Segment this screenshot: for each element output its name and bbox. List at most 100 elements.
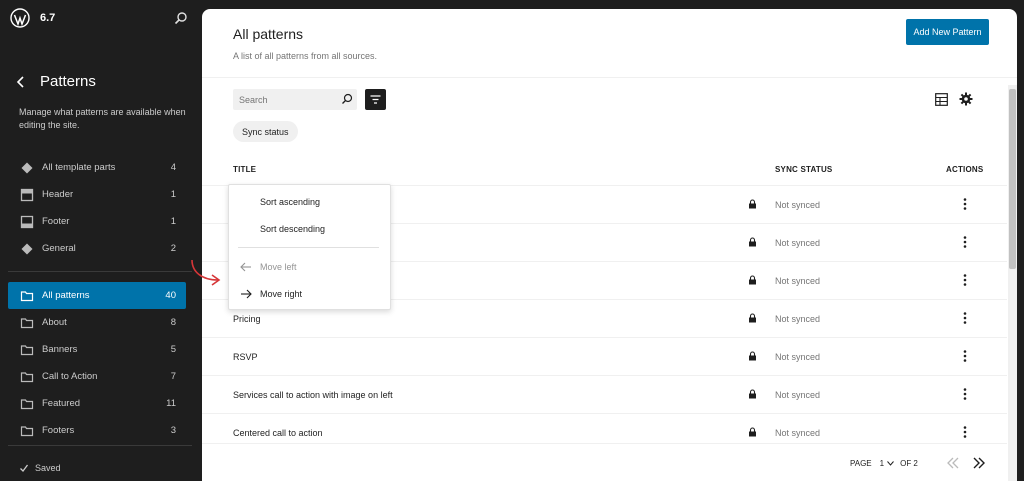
template-parts-nav: All template parts 4 Header 1 Footer 1 G… xyxy=(8,154,186,262)
sidebar-item-all-template-parts[interactable]: All template parts 4 xyxy=(8,154,186,181)
sidebar-item-count: 4 xyxy=(170,162,176,173)
sidebar-item-call-to-action[interactable]: Call to Action 7 xyxy=(8,363,186,390)
more-actions-icon[interactable] xyxy=(957,349,973,363)
annotation-arrow-icon xyxy=(191,259,221,286)
check-icon xyxy=(20,464,29,472)
sidebar-item-count: 3 xyxy=(170,425,176,436)
wordpress-logo-icon[interactable] xyxy=(10,8,30,28)
sidebar-item-count: 5 xyxy=(170,344,176,355)
move-right-menu-item[interactable]: Move right xyxy=(229,281,390,307)
row-title[interactable]: Services call to action with image on le… xyxy=(233,390,393,400)
add-new-pattern-button[interactable]: Add New Pattern xyxy=(906,19,989,45)
sidebar-title: Patterns xyxy=(40,73,96,90)
gear-icon[interactable] xyxy=(959,92,973,106)
row-sync-status: Not synced xyxy=(775,238,821,248)
page-subtitle: A list of all patterns from all sources. xyxy=(233,51,378,61)
sidebar-item-label: About xyxy=(42,317,67,328)
sidebar-item-banners[interactable]: Banners 5 xyxy=(8,336,186,363)
lock-icon xyxy=(749,275,756,285)
sort-descending-menu-item[interactable]: Sort descending xyxy=(229,216,390,242)
sidebar-item-general[interactable]: General 2 xyxy=(8,235,186,262)
sidebar-item-footer[interactable]: Footer 1 xyxy=(8,208,186,235)
table-row[interactable]: RSVP Not synced xyxy=(202,338,1007,376)
search-icon[interactable] xyxy=(341,93,353,105)
more-actions-icon[interactable] xyxy=(957,387,973,401)
folder-icon xyxy=(20,290,34,301)
page-of-label: OF 2 xyxy=(900,458,918,468)
row-sync-status: Not synced xyxy=(775,352,821,362)
column-header-sync-status[interactable]: SYNC STATUS xyxy=(775,165,832,174)
pattern-categories-nav: All patterns 40 About 8 Banners 5 Call t… xyxy=(8,282,186,444)
sidebar-item-label: Featured xyxy=(42,398,81,409)
menu-item-label: Move left xyxy=(260,262,297,272)
sidebar-item-count: 40 xyxy=(165,290,176,301)
sidebar-item-label: All template parts xyxy=(42,162,116,173)
sidebar-item-label: Footers xyxy=(42,425,75,436)
column-header-actions: ACTIONS xyxy=(946,165,984,174)
row-sync-status: Not synced xyxy=(775,390,821,400)
search-box xyxy=(233,89,357,110)
sidebar-item-label: General xyxy=(42,243,76,254)
menu-item-label: Move right xyxy=(260,289,303,299)
menu-separator xyxy=(238,247,379,248)
row-title[interactable]: Pricing xyxy=(233,314,261,324)
column-header-title[interactable]: TITLE xyxy=(233,165,256,174)
diamond-icon xyxy=(21,162,33,173)
saved-label: Saved xyxy=(35,463,61,473)
search-input[interactable] xyxy=(233,89,339,110)
footer-divider xyxy=(202,443,1007,444)
page-title: All patterns xyxy=(233,26,304,42)
sync-status-filter-chip[interactable]: Sync status xyxy=(233,121,298,142)
table-row[interactable]: Centered call to action Not synced xyxy=(202,414,1007,452)
footer-layout-icon xyxy=(20,215,34,228)
sidebar-item-count: 1 xyxy=(170,216,176,227)
more-actions-icon[interactable] xyxy=(957,311,973,325)
sidebar-item-count: 7 xyxy=(170,371,176,382)
filter-icon xyxy=(370,95,381,104)
table-row[interactable]: Services call to action with image on le… xyxy=(202,376,1007,414)
page-select[interactable]: 1 xyxy=(880,459,894,468)
row-sync-status: Not synced xyxy=(775,276,821,286)
arrow-right-icon xyxy=(241,289,252,299)
more-actions-icon[interactable] xyxy=(957,273,973,287)
sidebar-item-label: Call to Action xyxy=(42,371,98,382)
pagination: PAGE 1 OF 2 xyxy=(850,457,986,469)
back-chevron-icon[interactable] xyxy=(14,75,28,89)
search-icon[interactable] xyxy=(174,11,188,25)
sidebar-item-count: 1 xyxy=(170,189,176,200)
move-left-menu-item: Move left xyxy=(229,254,390,280)
filter-button[interactable] xyxy=(365,89,386,110)
row-sync-status: Not synced xyxy=(775,314,821,324)
sidebar-divider xyxy=(8,271,192,272)
folder-icon xyxy=(20,344,34,355)
lock-icon xyxy=(749,427,756,437)
site-version: 6.7 xyxy=(40,12,56,24)
arrow-left-icon xyxy=(240,262,251,272)
sidebar-item-about[interactable]: About 8 xyxy=(8,309,186,336)
sidebar-item-header[interactable]: Header 1 xyxy=(8,181,186,208)
folder-icon xyxy=(20,398,34,409)
sidebar-item-all-patterns[interactable]: All patterns 40 xyxy=(8,282,186,309)
previous-page-icon[interactable] xyxy=(946,457,960,469)
sidebar-item-count: 11 xyxy=(166,398,176,409)
lock-icon xyxy=(749,313,756,323)
more-actions-icon[interactable] xyxy=(957,197,973,211)
sidebar-item-count: 2 xyxy=(170,243,176,254)
sidebar-divider xyxy=(8,445,192,446)
sidebar-item-label: Banners xyxy=(42,344,78,355)
row-title[interactable]: Centered call to action xyxy=(233,428,323,438)
sort-ascending-menu-item[interactable]: Sort ascending xyxy=(229,189,390,215)
folder-icon xyxy=(20,425,34,436)
sidebar: 6.7 Patterns Manage what patterns are av… xyxy=(0,0,200,481)
sidebar-item-featured[interactable]: Featured 11 xyxy=(8,390,186,417)
menu-item-label: Sort ascending xyxy=(260,197,321,207)
diamond-icon xyxy=(21,243,33,254)
more-actions-icon[interactable] xyxy=(957,425,973,439)
more-actions-icon[interactable] xyxy=(957,235,973,249)
next-page-icon[interactable] xyxy=(972,457,986,469)
table-view-icon[interactable] xyxy=(935,93,948,106)
sidebar-item-footers[interactable]: Footers 3 xyxy=(8,417,186,444)
row-title[interactable]: RSVP xyxy=(233,352,258,362)
scrollbar-thumb[interactable] xyxy=(1009,89,1016,269)
menu-item-label: Sort descending xyxy=(260,224,326,234)
